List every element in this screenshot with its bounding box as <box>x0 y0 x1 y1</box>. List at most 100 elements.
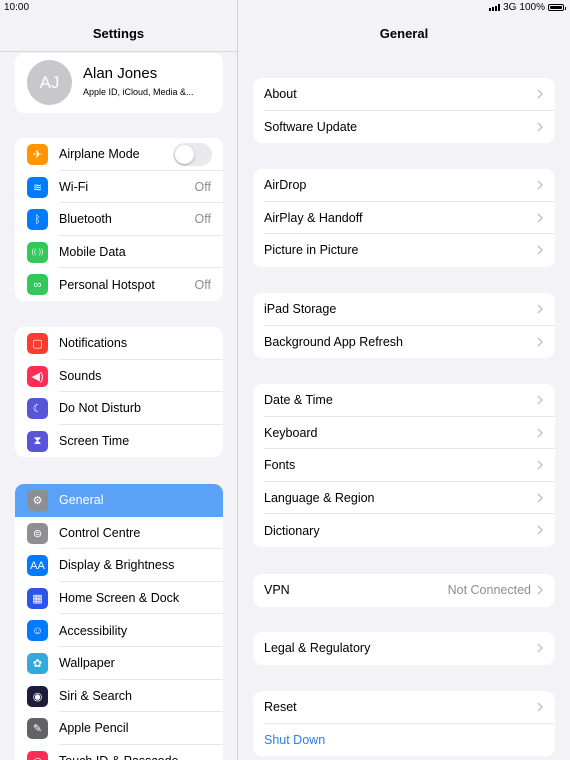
sidebar-item-label: Home Screen & Dock <box>59 591 180 606</box>
general-item-airdrop[interactable]: AirDrop <box>253 169 555 202</box>
sidebar-item-sounds[interactable]: ◀) Sounds <box>15 360 223 393</box>
sidebar-title: Settings <box>92 26 145 41</box>
general-item-keyboard[interactable]: Keyboard <box>253 417 555 450</box>
status-bar: 10:00 3G 100% <box>0 0 570 14</box>
sidebar-item-label: Mobile Data <box>59 245 126 260</box>
general-item-airplay-and-handoff[interactable]: AirPlay & Handoff <box>253 202 555 235</box>
sidebar-group-system: ⚙ General ⊜ Control Centre AA Display & Brigh… <box>15 484 223 760</box>
hotspot-icon: ∞ <box>27 274 48 296</box>
fingerprint-icon: ◎ <box>27 750 48 760</box>
chevron-right-icon <box>537 702 544 712</box>
general-item-label: Legal & Regulatory <box>264 641 371 656</box>
general-item-value: Not Connected <box>447 583 531 598</box>
general-item-background-app-refresh[interactable]: Background App Refresh <box>253 326 555 359</box>
airplane-mode-toggle[interactable] <box>173 143 212 166</box>
sidebar-item-value: Off <box>194 212 211 227</box>
apple-id-profile[interactable]: AJ Alan Jones Apple ID, iCloud, Media &.… <box>15 53 223 113</box>
antenna-icon: ((·)) <box>27 241 48 263</box>
general-group: Date & Time Keyboard Fonts Language & Regio… <box>253 384 555 547</box>
general-item-label: iPad Storage <box>264 302 337 317</box>
chevron-right-icon <box>537 213 544 223</box>
sidebar: Settings AJ Alan Jones Apple ID, iCloud,… <box>0 0 238 760</box>
bluetooth-icon: ᛒ <box>27 209 48 231</box>
general-item-label: AirPlay & Handoff <box>264 210 363 225</box>
sidebar-item-bluetooth[interactable]: ᛒ Bluetooth Off <box>15 203 223 236</box>
sidebar-item-label: Sounds <box>59 368 102 383</box>
sidebar-item-mobile-data[interactable]: ((·)) Mobile Data <box>15 236 223 269</box>
chevron-right-icon <box>537 245 544 255</box>
general-item-software-update[interactable]: Software Update <box>253 111 555 144</box>
general-item-legal-and-regulatory[interactable]: Legal & Regulatory <box>253 632 555 665</box>
sidebar-item-label: Wallpaper <box>59 656 115 671</box>
sidebar-item-touch-id-and-passcode[interactable]: ◎ Touch ID & Passcode <box>15 745 223 760</box>
general-item-about[interactable]: About <box>253 78 555 111</box>
general-panel: General About Software Update AirDrop AirPl… <box>238 0 570 760</box>
general-item-date-and-time[interactable]: Date & Time <box>253 384 555 417</box>
sidebar-item-wallpaper[interactable]: ✿ Wallpaper <box>15 647 223 680</box>
sidebar-item-screen-time[interactable]: ⧗ Screen Time <box>15 425 223 458</box>
moon-icon: ☾ <box>27 398 48 420</box>
general-item-vpn[interactable]: VPN Not Connected <box>253 574 555 607</box>
general-item-language-and-region[interactable]: Language & Region <box>253 482 555 515</box>
chevron-right-icon <box>537 304 544 314</box>
sidebar-item-value: Off <box>194 277 211 292</box>
hourglass-icon: ⧗ <box>27 430 48 452</box>
general-item-reset[interactable]: Reset <box>253 691 555 724</box>
general-group: Reset Shut Down <box>253 691 555 757</box>
status-time: 10:00 <box>4 2 30 13</box>
general-group: Legal & Regulatory <box>253 632 555 665</box>
chevron-right-icon <box>537 493 544 503</box>
chevron-right-icon <box>537 337 544 347</box>
sidebar-item-display-and-brightness[interactable]: AA Display & Brightness <box>15 549 223 582</box>
sidebar-item-value: Off <box>194 179 211 194</box>
sidebar-item-wi-fi[interactable]: ≋ Wi-Fi Off <box>15 171 223 204</box>
sidebar-item-do-not-disturb[interactable]: ☾ Do Not Disturb <box>15 392 223 425</box>
chevron-right-icon <box>537 89 544 99</box>
general-group: About Software Update <box>253 78 555 144</box>
sidebar-item-label: Bluetooth <box>59 212 112 227</box>
profile-subtitle: Apple ID, iCloud, Media &... <box>83 87 194 97</box>
sidebar-item-label: Personal Hotspot <box>59 277 155 292</box>
general-item-fonts[interactable]: Fonts <box>253 449 555 482</box>
sidebar-item-personal-hotspot[interactable]: ∞ Personal Hotspot Off <box>15 268 223 301</box>
speaker-icon: ◀) <box>27 365 48 387</box>
sidebar-item-control-centre[interactable]: ⊜ Control Centre <box>15 517 223 550</box>
general-item-label: Dictionary <box>264 523 320 538</box>
general-item-label: About <box>264 87 297 102</box>
sidebar-item-label: Control Centre <box>59 525 141 540</box>
text-size-icon: AA <box>27 555 48 577</box>
sidebar-item-label: Screen Time <box>59 434 130 449</box>
general-item-shut-down[interactable]: Shut Down <box>253 724 555 757</box>
general-item-label: AirDrop <box>264 178 307 193</box>
profile-name: Alan Jones <box>83 65 158 82</box>
sidebar-item-label: Display & Brightness <box>59 558 175 573</box>
general-item-label: VPN <box>264 583 290 598</box>
chevron-right-icon <box>537 122 544 132</box>
sidebar-item-apple-pencil[interactable]: ✎ Apple Pencil <box>15 712 223 745</box>
siri-icon: ◉ <box>27 685 48 707</box>
sidebar-item-accessibility[interactable]: ☺ Accessibility <box>15 614 223 647</box>
sidebar-item-label: Siri & Search <box>59 688 132 703</box>
toggle-knob <box>175 145 194 164</box>
general-item-picture-in-picture[interactable]: Picture in Picture <box>253 234 555 267</box>
general-item-label: Date & Time <box>264 393 333 408</box>
general-item-label: Shut Down <box>264 732 326 747</box>
notifications-icon: ▢ <box>27 333 48 354</box>
flower-icon: ✿ <box>27 652 48 674</box>
sidebar-item-label: Apple Pencil <box>59 721 129 736</box>
sidebar-item-label: Airplane Mode <box>59 147 140 162</box>
chevron-right-icon <box>537 395 544 405</box>
sidebar-item-home-screen-and-dock[interactable]: ▦ Home Screen & Dock <box>15 582 223 615</box>
sidebar-item-notifications[interactable]: ▢ Notifications <box>15 327 223 360</box>
general-item-dictionary[interactable]: Dictionary <box>253 514 555 547</box>
sidebar-item-airplane-mode[interactable]: ✈ Airplane Mode <box>15 138 223 171</box>
general-item-label: Background App Refresh <box>264 334 403 349</box>
airplane-icon: ✈ <box>27 144 48 165</box>
status-right: 3G 100% <box>489 2 566 13</box>
sidebar-group-notifications: ▢ Notifications ◀) Sounds ☾ Do Not Disturb ⧗ Sc… <box>15 327 223 458</box>
chevron-right-icon <box>537 428 544 438</box>
sidebar-item-siri-and-search[interactable]: ◉ Siri & Search <box>15 680 223 713</box>
sidebar-item-general[interactable]: ⚙ General <box>15 484 223 517</box>
general-item-ipad-storage[interactable]: iPad Storage <box>253 293 555 326</box>
signal-icon <box>489 4 501 11</box>
